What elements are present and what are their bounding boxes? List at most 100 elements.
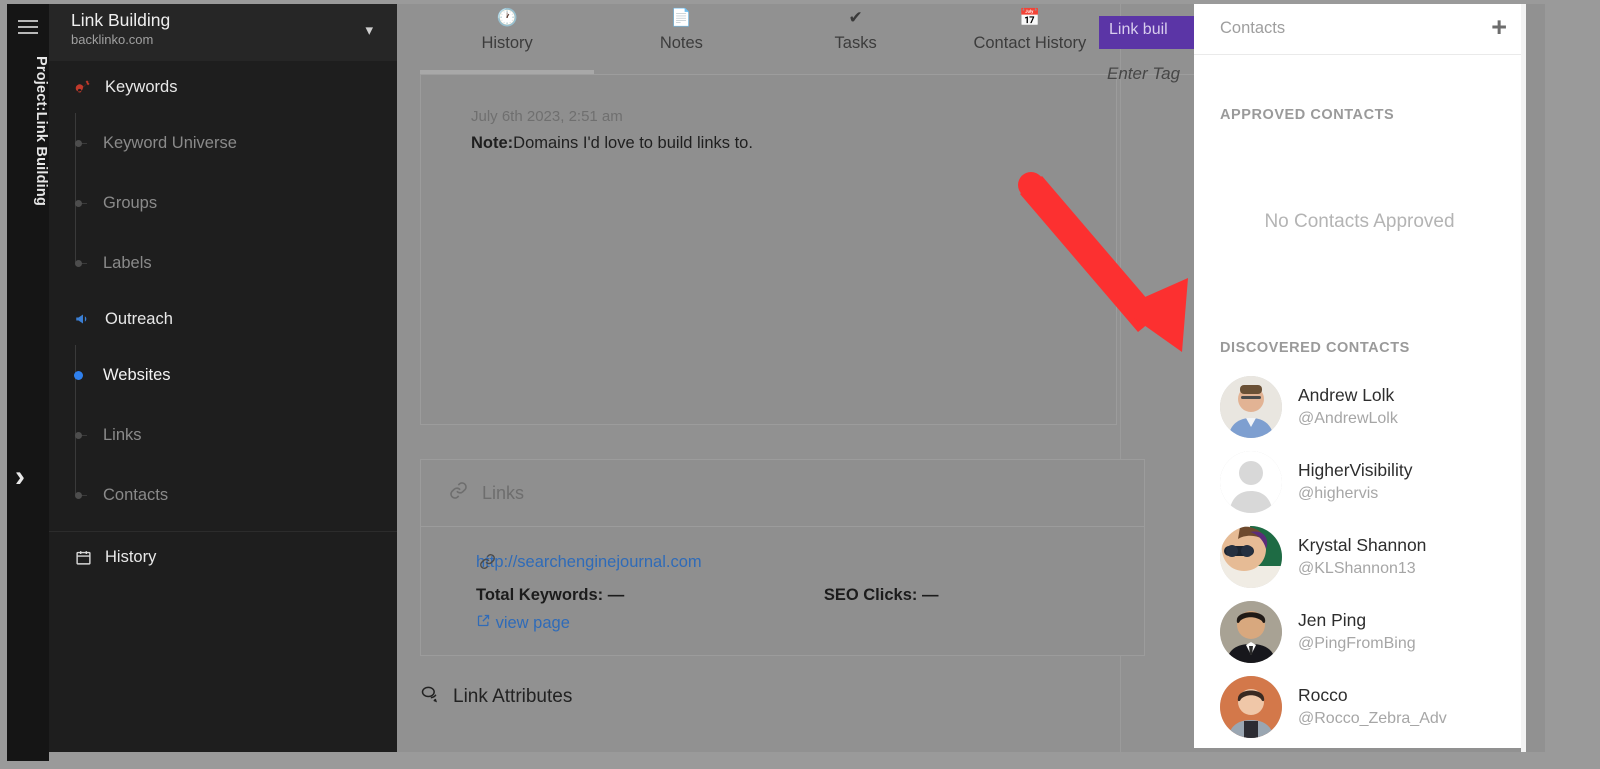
discovered-contacts-heading: DISCOVERED CONTACTS [1220, 340, 1410, 356]
no-contacts-approved-message: No Contacts Approved [1264, 211, 1455, 232]
sidebar-item-contacts[interactable]: Contacts [75, 465, 397, 525]
note-body: Note:Domains I'd love to build links to. [471, 134, 753, 153]
contact-meta: HigherVisibility @highervis [1298, 458, 1412, 505]
sidebar-item-label: Groups [103, 193, 158, 212]
total-keywords-value: — [607, 586, 625, 604]
nav-group-outreach: Outreach Websites Links Contacts [49, 293, 397, 525]
contacts-panel-header: Contacts + [1194, 4, 1525, 55]
sidebar-project-header[interactable]: Link Building backlinko.com ▾ [49, 4, 397, 61]
link-row[interactable]: http://searchenginejournal.com [476, 553, 1144, 572]
avatar [1220, 675, 1282, 738]
tab-label: History [481, 34, 533, 52]
sidebar-item-keywords[interactable]: Keywords [49, 61, 397, 113]
chevron-down-icon[interactable]: ▾ [365, 21, 373, 39]
contact-meta: Krystal Shannon @KLShannon13 [1298, 533, 1426, 580]
megaphone-icon [73, 310, 93, 328]
sidebar-divider [49, 531, 397, 532]
comments-icon [420, 684, 440, 710]
bullet-icon [75, 199, 82, 207]
contact-meta: Andrew Lolk @AndrewLolk [1298, 383, 1398, 430]
sidebar-item-outreach[interactable]: Outreach [49, 293, 397, 345]
list-item[interactable]: Krystal Shannon @KLShannon13 [1194, 519, 1525, 594]
sidebar-item-label: Keyword Universe [103, 133, 237, 152]
tab-bar: 🕐 History 📄 Notes ✔ Tasks 📅 Contact Hist… [420, 4, 1117, 74]
sidebar-item-label: Websites [103, 365, 171, 384]
chain-icon [449, 481, 468, 505]
avatar [1220, 375, 1282, 438]
tab-history[interactable]: 🕐 History [420, 4, 595, 74]
tab-tasks[interactable]: ✔ Tasks [769, 4, 943, 74]
approved-contacts-heading: APPROVED CONTACTS [1220, 107, 1395, 123]
sidebar-item-websites[interactable]: Websites [74, 345, 397, 405]
contact-handle: @Rocco_Zebra_Adv [1298, 710, 1447, 727]
links-card-header: Links [421, 460, 1144, 527]
list-item[interactable]: Jen Ping @PingFromBing [1194, 594, 1525, 669]
avatar [1220, 600, 1282, 663]
project-sidebar: Link Building backlinko.com ▾ Keywords K… [49, 4, 397, 752]
link-attributes-label: Link Attributes [453, 686, 573, 707]
plus-icon[interactable]: + [1491, 14, 1507, 41]
sidebar-item-label: Contacts [103, 485, 169, 504]
link-attributes-header[interactable]: Link Attributes [420, 684, 572, 710]
contact-handle: @PingFromBing [1298, 635, 1416, 652]
subnav-outreach: Websites Links Contacts [49, 345, 397, 525]
tab-label: Tasks [834, 34, 877, 52]
contact-handle: @AndrewLolk [1298, 410, 1398, 427]
document-icon: 📄 [670, 8, 692, 27]
contact-name: Andrew Lolk [1298, 385, 1395, 405]
sidebar-item-keyword-universe[interactable]: Keyword Universe [75, 113, 397, 173]
tab-label: Notes [659, 34, 703, 52]
contact-name: HigherVisibility [1298, 460, 1413, 480]
sidebar-item-labels[interactable]: Labels [75, 233, 397, 293]
sidebar-item-label: Links [103, 425, 142, 444]
hamburger-icon[interactable] [18, 20, 38, 36]
contacts-panel: Contacts + APPROVED CONTACTS No Contacts… [1194, 4, 1525, 748]
history-note-card: July 6th 2023, 2:51 am Note:Domains I'd … [420, 75, 1117, 425]
discovered-contacts-list: Andrew Lolk @AndrewLolk HigherVisibility… [1194, 369, 1525, 744]
link-url[interactable]: http://searchenginejournal.com [476, 553, 702, 571]
chevron-right-icon[interactable]: › [15, 462, 25, 492]
tag-input-placeholder[interactable]: Enter Tag [1107, 64, 1180, 84]
calendar-icon [73, 549, 93, 566]
sidebar-project-domain: backlinko.com [71, 32, 154, 47]
tab-label: Contact History [973, 34, 1087, 52]
view-page-link[interactable]: view page [476, 613, 1144, 633]
calendar-icon: 📅 [1019, 8, 1041, 27]
bullet-icon [75, 491, 82, 499]
subnav-keywords: Keyword Universe Groups Labels [49, 113, 397, 293]
nav-group-history: History [49, 531, 397, 583]
contact-meta: Rocco @Rocco_Zebra_Adv [1298, 683, 1447, 730]
contact-meta: Jen Ping @PingFromBing [1298, 608, 1416, 655]
sidebar-item-groups[interactable]: Groups [75, 173, 397, 233]
contacts-panel-title: Contacts [1220, 19, 1286, 37]
app-frame: Project:Link Building › Link Building ba… [0, 0, 1600, 769]
clock-icon: 🕐 [496, 8, 518, 27]
sidebar-item-label: Outreach [105, 309, 173, 328]
sidebar-item-label: Keywords [105, 77, 178, 96]
links-card: Links http://searchenginejournal.com Tot… [420, 459, 1145, 656]
contacts-scrollbar[interactable] [1526, 4, 1545, 752]
project-vertical-label: Project:Link Building [33, 56, 49, 207]
tag-chip[interactable]: Link buil [1099, 16, 1207, 49]
list-item[interactable]: HigherVisibility @highervis [1194, 444, 1525, 519]
sidebar-item-label: Labels [103, 253, 152, 272]
bullet-icon [75, 139, 82, 147]
sidebar-item-history[interactable]: History [49, 531, 397, 583]
list-item[interactable]: Rocco @Rocco_Zebra_Adv [1194, 669, 1525, 744]
check-icon: ✔ [848, 8, 863, 27]
nav-group-keywords: Keywords Keyword Universe Groups Labels [49, 61, 397, 293]
tab-notes[interactable]: 📄 Notes [594, 4, 768, 74]
seo-clicks-value: — [921, 586, 939, 604]
bullet-icon [75, 431, 82, 439]
tab-contact-history[interactable]: 📅 Contact History [943, 4, 1117, 74]
note-timestamp: July 6th 2023, 2:51 am [471, 108, 623, 125]
bullet-icon [74, 370, 83, 380]
avatar [1220, 525, 1282, 588]
contact-handle: @KLShannon13 [1298, 560, 1416, 577]
list-item[interactable]: Andrew Lolk @AndrewLolk [1194, 369, 1525, 444]
sidebar-item-links[interactable]: Links [75, 405, 397, 465]
links-card-title: Links [482, 482, 525, 503]
view-page-label[interactable]: view page [496, 614, 570, 632]
note-text: Domains I'd love to build links to. [513, 134, 753, 152]
sidebar-item-label: History [105, 547, 157, 566]
